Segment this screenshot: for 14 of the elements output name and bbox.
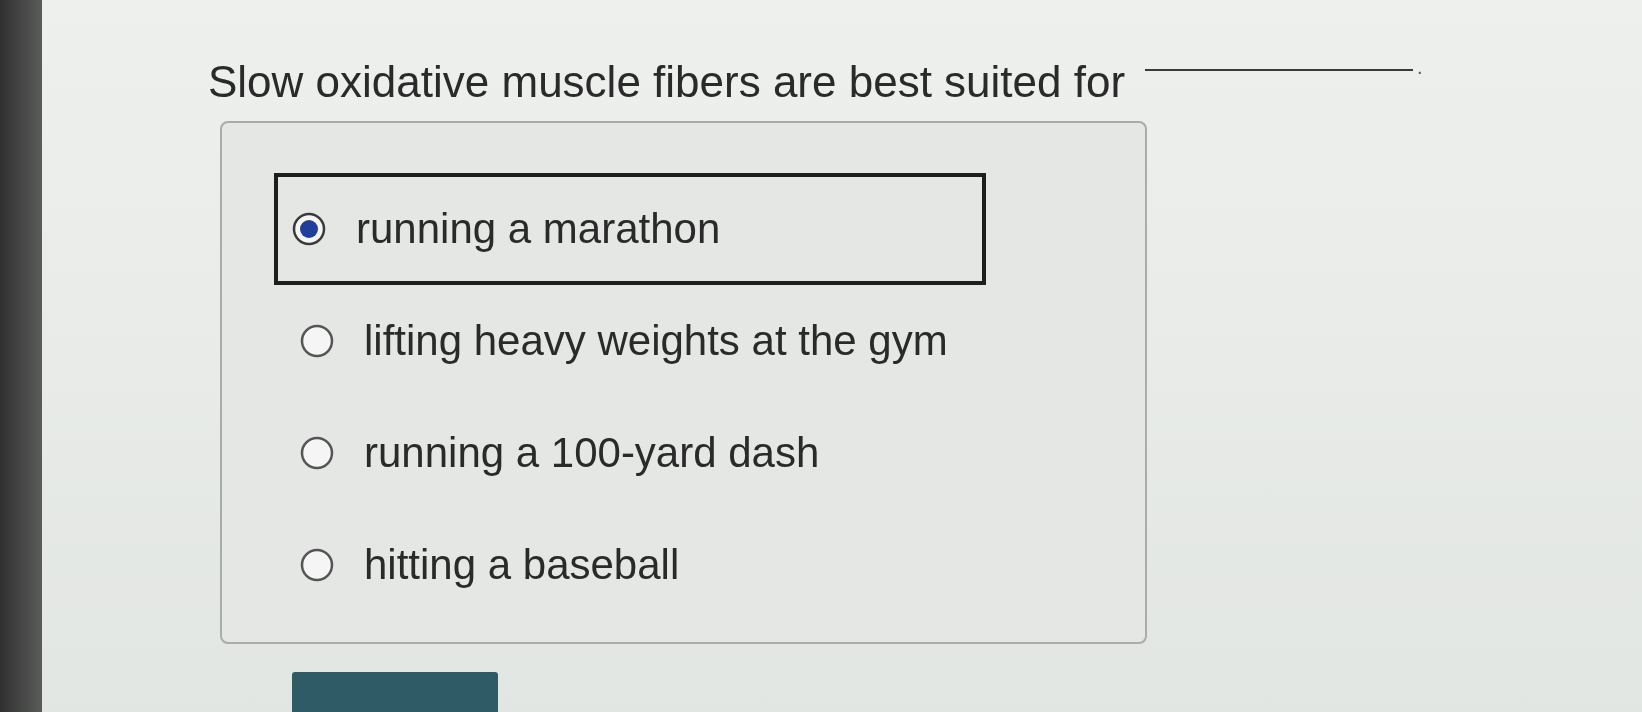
radio-button[interactable] [300,324,334,358]
radio-button[interactable] [300,436,334,470]
question-text: Slow oxidative muscle fibers are best suited for [208,57,1126,107]
answer-option[interactable]: hitting a baseball [274,509,986,621]
answer-option[interactable]: running a 100-yard dash [274,397,986,509]
option-label: hitting a baseball [364,541,680,589]
radio-button[interactable] [292,212,326,246]
option-label: running a 100-yard dash [364,429,820,477]
option-label: lifting heavy weights at the gym [364,317,948,365]
option-label: running a marathon [356,205,721,253]
answer-option[interactable]: running a marathon [274,173,986,285]
period-text: . [1417,56,1423,79]
answer-option[interactable]: lifting heavy weights at the gym [274,285,986,397]
radio-button[interactable] [300,548,334,582]
